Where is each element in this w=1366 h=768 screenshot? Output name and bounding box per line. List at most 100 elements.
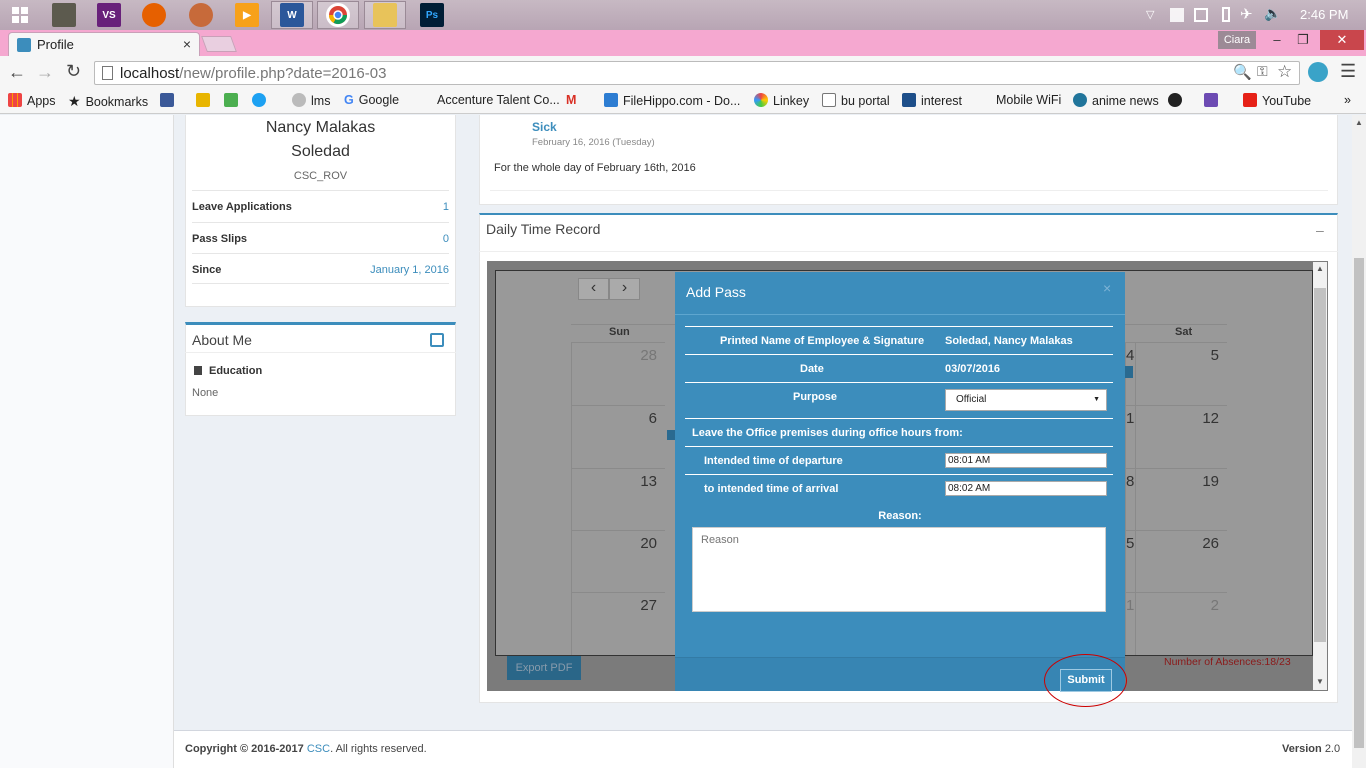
extension-icon[interactable]	[1308, 62, 1328, 82]
windows-start-icon[interactable]	[8, 3, 32, 27]
media-icon[interactable]: ▶	[235, 3, 259, 27]
wo-bookmark[interactable]	[224, 93, 243, 108]
leave-description: For the whole day of February 16th, 2016	[494, 162, 696, 174]
windows-tray-icon[interactable]	[1170, 8, 1184, 22]
page-scroll-up-icon[interactable]: ▲	[1355, 118, 1363, 127]
scroll-up-icon[interactable]: ▲	[1316, 264, 1324, 273]
chrome-menu-icon[interactable]: ☰	[1340, 61, 1356, 82]
key-icon[interactable]: ⚿	[1257, 63, 1268, 80]
reload-icon[interactable]: ↻	[66, 61, 81, 82]
calendar-day[interactable]: 28	[571, 342, 665, 405]
bookmark-bookmarks[interactable]: ★ Bookmarks	[68, 93, 148, 110]
window-close-button[interactable]: ✕	[1320, 30, 1364, 50]
calendar-day[interactable]: 1	[1125, 592, 1135, 655]
wo-icon	[224, 93, 238, 107]
edit-icon[interactable]	[430, 333, 444, 347]
facebook-bookmark[interactable]	[160, 93, 179, 108]
calendar-day[interactable]: 12	[1135, 405, 1227, 468]
page-icon	[822, 93, 836, 107]
scroll-down-icon[interactable]: ▼	[1316, 677, 1324, 686]
volume-icon[interactable]: 🔈	[1264, 5, 1281, 22]
purpose-select[interactable]: Official ▼	[945, 389, 1107, 411]
stat-leave-applications[interactable]: Leave Applications 1	[192, 190, 449, 221]
departure-time-input[interactable]: 08:01 AM	[945, 453, 1107, 468]
pma-bookmark[interactable]	[196, 93, 215, 108]
bookmarks-overflow[interactable]: »	[1344, 93, 1351, 107]
bookmark-mobile-wifi[interactable]: Mobile WiFi	[996, 93, 1061, 107]
page-scroll-thumb[interactable]	[1354, 258, 1364, 748]
calendar-day[interactable]: 6	[571, 405, 665, 468]
calendar-prev-button[interactable]: ‹	[578, 278, 609, 300]
az-bookmark[interactable]	[1204, 93, 1223, 108]
calendar-day[interactable]: 13	[571, 468, 665, 530]
modal-close-icon[interactable]: ×	[1103, 280, 1111, 296]
bookmark-google-label: Google	[358, 93, 400, 107]
taskbar-clock[interactable]: 2:46 PM	[1300, 7, 1348, 22]
bookmark-interest[interactable]: interest	[902, 93, 962, 108]
leave-type-link[interactable]: Sick	[532, 120, 557, 134]
bookmark-anime-news[interactable]: anime news	[1073, 93, 1159, 108]
bookmark-linkey[interactable]: Linkey	[754, 93, 809, 108]
collapse-button[interactable]: –	[1316, 222, 1324, 238]
calendar-scroll-thumb[interactable]	[1314, 288, 1326, 642]
stat-pass-slips[interactable]: Pass Slips 0	[192, 222, 449, 253]
restore-button[interactable]: ❐	[1288, 30, 1318, 50]
forward-arrow-icon[interactable]: →	[36, 62, 54, 83]
calendar-day[interactable]: 8	[1125, 468, 1135, 530]
calendar-day[interactable]: 1	[1125, 405, 1135, 468]
monitor-app-icon[interactable]	[52, 3, 76, 27]
firefox-icon[interactable]	[142, 3, 166, 27]
bookmark-youtube[interactable]: YouTube	[1243, 93, 1311, 108]
stat-value[interactable]: 1	[443, 201, 449, 213]
name-label: Printed Name of Employee & Signature	[720, 335, 925, 347]
file-explorer-icon[interactable]	[373, 3, 397, 27]
stat-value[interactable]: 0	[443, 233, 449, 245]
chrome-icon[interactable]	[326, 3, 350, 27]
bookmarks-bar: Apps ★ Bookmarks lms G Google Accenture Ta…	[0, 90, 1366, 114]
bookmark-lms[interactable]: lms	[292, 93, 330, 108]
bookmark-apps[interactable]: Apps	[8, 93, 56, 108]
arrival-time-input[interactable]: 08:02 AM	[945, 481, 1107, 496]
bookmark-accenture[interactable]: Accenture Talent Co...	[437, 93, 560, 107]
battery-icon[interactable]	[1222, 7, 1230, 22]
twitter-bookmark[interactable]	[252, 93, 271, 108]
event-marker[interactable]	[1125, 366, 1133, 378]
calendar-day[interactable]: 2	[1135, 592, 1227, 655]
event-marker[interactable]	[667, 430, 675, 440]
word-icon[interactable]: W	[280, 3, 304, 27]
calendar-day[interactable]: 20	[571, 530, 665, 592]
bookmark-bu-portal[interactable]: bu portal	[822, 93, 890, 108]
network-tray-icon[interactable]	[1194, 8, 1208, 22]
visual-studio-icon[interactable]: VS	[97, 3, 121, 27]
bookmark-filehippo[interactable]: FileHippo.com - Do...	[604, 93, 740, 108]
calendar-day[interactable]: 26	[1135, 530, 1227, 592]
name-row: Printed Name of Employee & Signature Sol…	[685, 326, 1113, 354]
about-me-title: About Me	[192, 332, 252, 348]
calendar-day[interactable]: 19	[1135, 468, 1227, 530]
calendar-day[interactable]: 27	[571, 592, 665, 655]
dark-bookmark[interactable]	[1168, 93, 1187, 108]
bookmark-star-icon[interactable]: ☆	[1277, 62, 1292, 82]
zoom-icon[interactable]: 🔍	[1233, 63, 1252, 81]
tray-chevron-icon[interactable]: ▽	[1146, 8, 1154, 21]
new-tab-button[interactable]	[201, 36, 237, 52]
calendar-next-button[interactable]: ›	[609, 278, 640, 300]
paint-icon[interactable]	[189, 3, 213, 27]
reason-textarea[interactable]	[692, 527, 1106, 612]
version-value: 2.0	[1324, 743, 1341, 755]
calendar-day[interactable]: 5	[1125, 530, 1135, 592]
date-value: 03/07/2016	[945, 363, 1001, 375]
back-arrow-icon[interactable]: ←	[8, 62, 26, 83]
export-pdf-button[interactable]: Export PDF	[507, 656, 581, 680]
copyright-link[interactable]: CSC	[307, 743, 330, 755]
tab-close-icon[interactable]: ×	[183, 36, 191, 52]
address-bar[interactable]: localhost/new/profile.php?date=2016-03 🔍…	[94, 61, 1300, 85]
bookmark-google[interactable]: G Google	[344, 93, 399, 107]
chrome-profile-button[interactable]: Ciara	[1218, 31, 1256, 49]
photoshop-icon[interactable]: Ps	[420, 3, 444, 27]
calendar-day[interactable]: 5	[1135, 342, 1227, 405]
youtube-icon	[1243, 93, 1257, 107]
airplane-icon[interactable]: ✈	[1240, 5, 1253, 23]
browser-tab[interactable]: Profile ×	[8, 32, 200, 56]
gmail-bookmark[interactable]: M	[566, 93, 576, 107]
